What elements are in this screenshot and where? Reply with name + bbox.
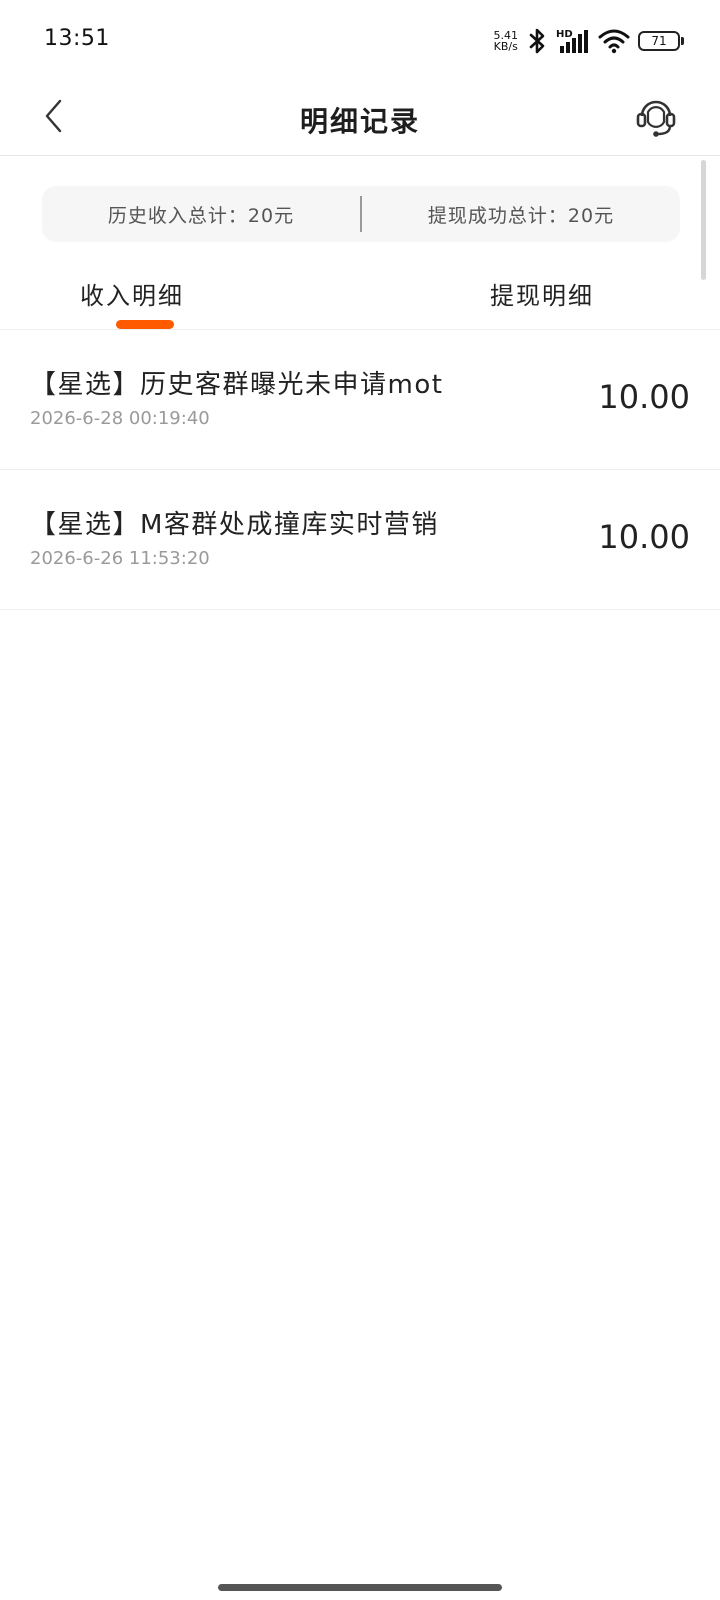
list-item[interactable]: 【星选】M客群处成撞库实时营销 2026-6-26 11:53:20 10.00 <box>0 470 720 610</box>
list-item[interactable]: 【星选】历史客群曝光未申请mot 2026-6-28 00:19:40 10.0… <box>0 330 720 470</box>
record-title: 【星选】历史客群曝光未申请mot <box>30 370 444 400</box>
network-speed: 5.41 KB/s <box>494 30 519 52</box>
record-time: 2026-6-28 00:19:40 <box>30 408 210 429</box>
signal-icon: HD <box>556 27 590 55</box>
battery-icon: 71 <box>638 31 684 51</box>
status-bar: 13:51 5.41 KB/s HD 71 <box>0 0 720 82</box>
tab-bar: 收入明细 提现明细 <box>0 262 720 330</box>
summary-card: 历史收入总计：20元 提现成功总计：20元 <box>42 186 680 242</box>
record-title: 【星选】M客群处成撞库实时营销 <box>30 510 439 540</box>
record-amount: 10.00 <box>598 518 690 556</box>
bluetooth-icon <box>526 27 548 55</box>
customer-service-button[interactable] <box>628 90 684 146</box>
status-time: 13:51 <box>44 26 110 51</box>
battery-level: 71 <box>651 34 667 48</box>
withdraw-total: 提现成功总计：20元 <box>427 204 615 227</box>
tab-withdraw[interactable]: 提现明细 <box>490 276 594 311</box>
home-indicator[interactable] <box>218 1584 502 1591</box>
record-amount: 10.00 <box>598 378 690 416</box>
hd-label: HD <box>556 29 573 40</box>
page-title: 明细记录 <box>299 105 420 138</box>
active-tab-indicator <box>116 320 174 329</box>
income-total: 历史收入总计：20元 <box>107 204 295 227</box>
screen: 13:51 5.41 KB/s HD 71 明细记录 历史收入总计：20元 提现… <box>0 0 720 1600</box>
status-icons: 5.41 KB/s HD 71 <box>494 24 684 58</box>
network-speed-unit: KB/s <box>493 40 518 53</box>
headset-icon <box>634 94 678 142</box>
record-list: 【星选】历史客群曝光未申请mot 2026-6-28 00:19:40 10.0… <box>0 330 720 610</box>
wifi-icon <box>598 28 630 54</box>
tab-income[interactable]: 收入明细 <box>80 276 184 311</box>
nav-bar: 明细记录 <box>0 82 720 156</box>
record-time: 2026-6-26 11:53:20 <box>30 548 210 569</box>
